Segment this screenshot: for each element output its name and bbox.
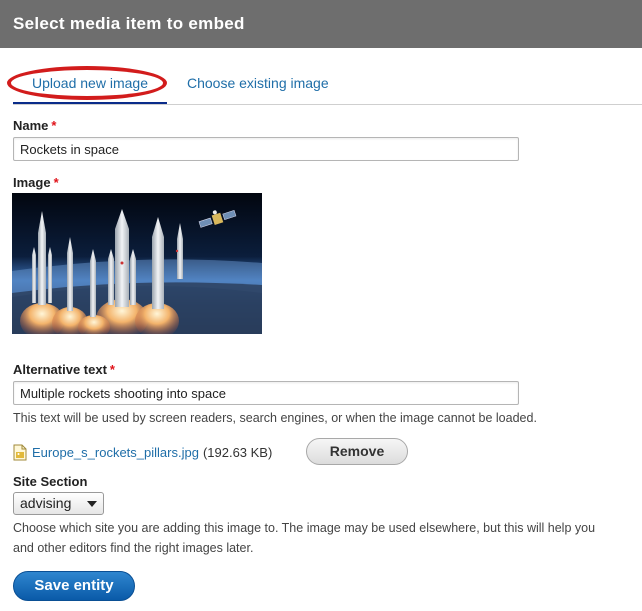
alt-text-input[interactable]	[13, 381, 519, 405]
image-field-label: Image *	[13, 175, 59, 190]
uploaded-file-row: Europe_s_rockets_pillars.jpg (192.63 KB)	[13, 439, 272, 465]
image-thumbnail	[12, 193, 262, 334]
tab-bar: Upload new image Choose existing image	[0, 48, 642, 105]
chevron-down-icon	[87, 501, 97, 507]
name-field-label: Name *	[13, 118, 57, 133]
site-section-description-line-1: Choose which site you are adding this im…	[13, 521, 596, 535]
uploaded-file-link[interactable]: Europe_s_rockets_pillars.jpg	[32, 445, 199, 460]
uploaded-file-size: (192.63 KB)	[202, 444, 273, 460]
site-section-selected-value: advising	[20, 495, 72, 511]
required-marker: *	[53, 175, 59, 190]
alt-text-description: This text will be used by screen readers…	[13, 411, 537, 425]
tab-choose-existing-image[interactable]: Choose existing image	[187, 68, 329, 104]
dialog-title: Select media item to embed	[0, 0, 642, 48]
required-marker: *	[109, 362, 115, 377]
tab-upload-new-image[interactable]: Upload new image	[7, 66, 167, 105]
save-entity-button[interactable]: Save entity	[13, 571, 135, 601]
site-section-description-line-2: and other editors find the right images …	[13, 541, 254, 555]
image-file-icon	[13, 444, 27, 460]
name-input[interactable]	[13, 137, 519, 161]
alt-text-field-label: Alternative text *	[13, 362, 115, 377]
site-section-select[interactable]: advising	[13, 492, 104, 515]
required-marker: *	[51, 118, 57, 133]
tab-upload-label: Upload new image	[32, 75, 148, 91]
tab-divider	[13, 104, 642, 105]
remove-file-button[interactable]: Remove	[306, 438, 408, 465]
site-section-label: Site Section	[13, 474, 88, 489]
